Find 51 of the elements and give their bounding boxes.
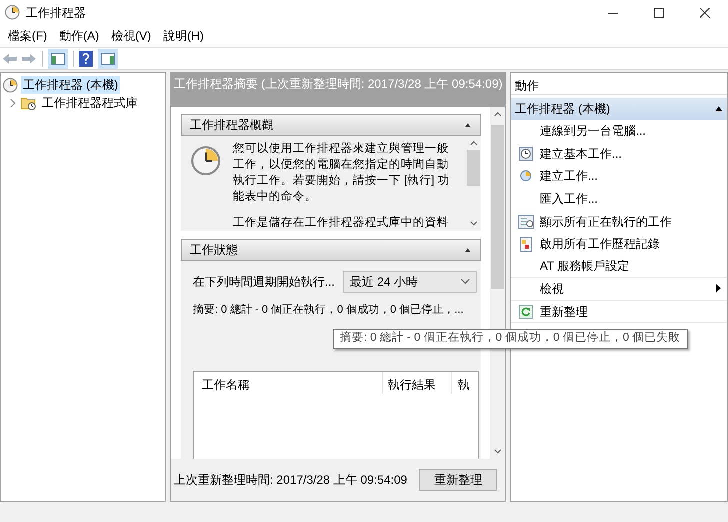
section-header[interactable]: 工作排程器概觀 bbox=[181, 114, 481, 136]
clock-icon bbox=[3, 78, 18, 92]
action-item[interactable]: 建立工作... bbox=[511, 165, 727, 188]
forward-arrow-icon[interactable] bbox=[21, 52, 37, 66]
refresh-button[interactable]: 重新整理 bbox=[419, 469, 498, 491]
action-item[interactable]: 顯示所有正在執行的工作 bbox=[511, 210, 727, 233]
column-header[interactable]: 工作名稱 bbox=[194, 372, 383, 394]
window-title: 工作排程器 bbox=[26, 4, 86, 22]
action-item[interactable]: 檢視 bbox=[511, 278, 727, 301]
section-header[interactable]: 工作狀態 bbox=[181, 239, 481, 261]
app-clock-icon bbox=[5, 5, 20, 20]
folder-clock-icon bbox=[21, 96, 37, 110]
help-icon[interactable] bbox=[79, 50, 93, 66]
clock-icon bbox=[520, 170, 532, 182]
clock-icon bbox=[191, 146, 221, 176]
action-item[interactable]: 重新整理 bbox=[511, 300, 727, 324]
collapse-arrow-icon bbox=[715, 106, 723, 112]
tooltip: 摘要: 0 總計 - 0 個正在執行，0 個成功，0 個已停止，0 個已失敗 bbox=[333, 329, 688, 349]
period-label: 在下列時間週期開始執行... bbox=[193, 274, 335, 291]
actions-group-header[interactable]: 工作排程器 (本機) bbox=[511, 98, 727, 120]
menu-item[interactable]: 檔案(F) bbox=[2, 27, 54, 45]
tree-item[interactable]: 工作排程器 (本機) bbox=[21, 76, 120, 94]
tree-item[interactable]: 工作排程器程式庫 bbox=[40, 94, 140, 112]
action-pane-icon[interactable] bbox=[98, 48, 118, 68]
collapse-arrow-icon bbox=[464, 122, 472, 128]
overview-text: 工作是儲存在工作排程器程式庫中的資料 bbox=[233, 215, 450, 231]
last-refresh-text: 上次重新整理時間: 2017/3/28 上午 09:54:09 bbox=[174, 472, 408, 489]
refresh-icon bbox=[519, 304, 533, 319]
summary-header: 工作排程器摘要 (上次重新整理時間: 2017/3/28 上午 09:54:09) bbox=[171, 73, 505, 107]
task-list-icon bbox=[518, 214, 534, 229]
action-item[interactable]: 匯入工作... bbox=[511, 188, 727, 210]
menu-item[interactable]: 動作(A) bbox=[53, 27, 106, 45]
period-select[interactable]: 最近 24 小時 bbox=[343, 271, 477, 293]
overview-text: 您可以使用工作排程器來建立與管理一般工作，以便您的電腦在您指定的時間自動執行工作。若要開始，請按一下 [執行] 功能表中的命令。 bbox=[233, 141, 451, 205]
actions-title: 動作 bbox=[511, 73, 727, 95]
pane-toggle-icon[interactable] bbox=[48, 48, 68, 68]
collapse-arrow-icon bbox=[464, 247, 472, 253]
column-header[interactable]: 執 bbox=[452, 372, 470, 394]
menu-item[interactable]: 檢視(V) bbox=[105, 27, 158, 45]
action-item[interactable]: 啟用所有工作歷程記錄 bbox=[511, 232, 727, 256]
back-arrow-icon[interactable] bbox=[2, 52, 18, 66]
action-item[interactable]: AT 服務帳戶設定 bbox=[511, 256, 727, 278]
column-header[interactable]: 執行結果 bbox=[383, 372, 452, 394]
scrollbar[interactable] bbox=[490, 107, 505, 459]
action-item[interactable]: 連線到另一台電腦... bbox=[511, 120, 727, 143]
action-item[interactable]: 建立基本工作... bbox=[511, 142, 727, 166]
clock-task-icon bbox=[519, 146, 533, 161]
summary-text: 摘要: 0 總計 - 0 個正在執行，0 個成功，0 個已停止，... bbox=[193, 302, 464, 318]
log-icon bbox=[520, 236, 532, 252]
submenu-arrow-icon bbox=[716, 284, 721, 294]
menu-item[interactable]: 說明(H) bbox=[157, 27, 210, 45]
